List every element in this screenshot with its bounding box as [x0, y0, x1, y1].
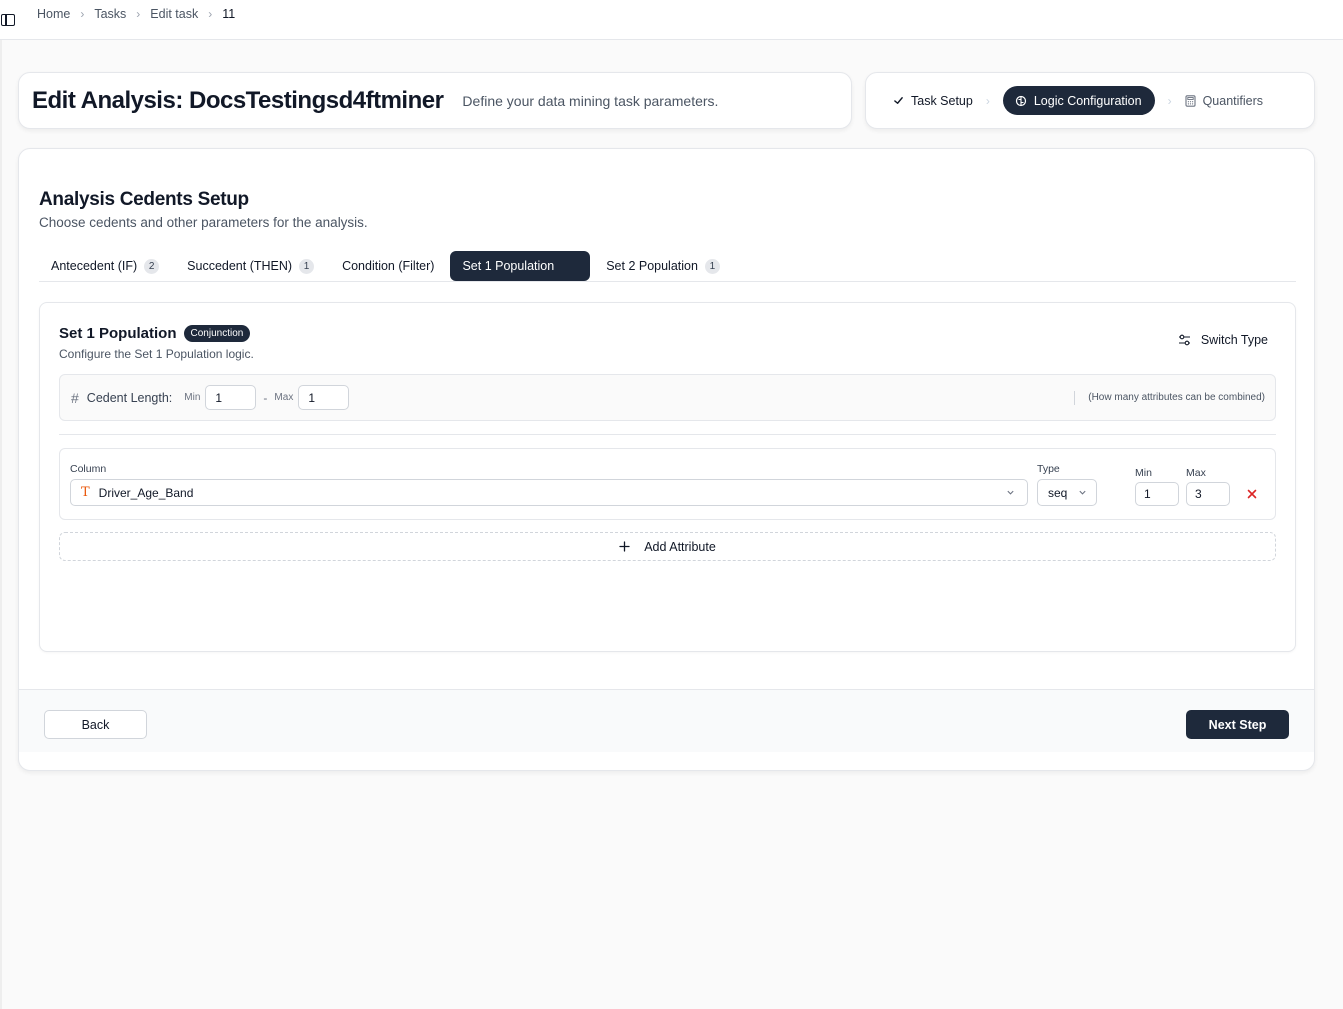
chevron-right-icon: › [1167, 93, 1172, 108]
type-select[interactable]: seq [1037, 479, 1097, 506]
type-value: seq [1048, 485, 1068, 500]
page-subtitle: Define your data mining task parameters. [462, 92, 719, 109]
brain-icon [1015, 95, 1027, 107]
breadcrumb-tasks[interactable]: Tasks [94, 7, 126, 21]
cedent-max-input[interactable]: 1 [298, 385, 350, 410]
chevron-right-icon: › [985, 93, 990, 108]
min-label: Min [184, 392, 201, 403]
cedents-setup-card: Analysis Cedents Setup Choose cedents an… [18, 148, 1315, 771]
step-label: Task Setup [911, 93, 973, 108]
page-title: Edit Analysis: DocsTestingsd4ftminer [32, 86, 444, 114]
step-task-setup[interactable]: Task Setup [893, 86, 973, 115]
step-indicator: Task Setup › Logic Configuration › Quant… [865, 72, 1315, 129]
attribute-min-input[interactable]: 1 [1135, 482, 1179, 506]
back-button[interactable]: Back [44, 710, 147, 739]
breadcrumb: Home › Tasks › Edit task › 11 [37, 0, 235, 28]
cedent-length-box: # Cedent Length: Min 1 - Max 1 (How many… [59, 374, 1276, 421]
tab-label: Set 2 Population [606, 259, 698, 273]
tab-label: Antecedent (IF) [51, 259, 138, 273]
step-quantifiers[interactable]: Quantifiers [1185, 86, 1263, 115]
attribute-row: Column T Driver_Age_Band Type seq Min Ma… [59, 448, 1276, 520]
tab-set-2-population[interactable]: Set 2 Population 1 [594, 251, 732, 281]
section-title: Analysis Cedents Setup [39, 189, 249, 210]
card-footer: Back Next Step [19, 689, 1314, 752]
hash-icon: # [71, 389, 79, 406]
breadcrumb-home[interactable]: Home [37, 7, 70, 21]
panel-description: Configure the Set 1 Population logic. [59, 347, 254, 361]
panel-title: Set 1 Population Conjunction [59, 325, 251, 342]
chevron-right-icon: › [80, 6, 85, 21]
sidebar-toggle-icon[interactable] [1, 13, 15, 26]
divider [59, 434, 1276, 435]
tab-succedent[interactable]: Succedent (THEN) 1 [175, 251, 326, 281]
next-step-button[interactable]: Next Step [1186, 710, 1289, 739]
calculator-icon [1185, 94, 1196, 107]
type-label: Type [1037, 463, 1060, 475]
tab-label: Condition (Filter) [342, 259, 435, 273]
breadcrumb-edit-task[interactable]: Edit task [150, 7, 198, 21]
column-select[interactable]: T Driver_Age_Band [70, 479, 1028, 506]
page-header: Edit Analysis: DocsTestingsd4ftminer Def… [18, 72, 852, 129]
panel-title-text: Set 1 Population [59, 325, 177, 342]
cedent-min-input[interactable]: 1 [205, 385, 257, 410]
top-bar: Home › Tasks › Edit task › 11 [0, 0, 1343, 40]
step-logic-configuration[interactable]: Logic Configuration [1002, 86, 1155, 115]
chevron-down-icon [1006, 488, 1015, 497]
tab-count-badge: 1 [704, 258, 720, 274]
range-dash: - [263, 390, 268, 405]
add-attribute-button[interactable]: Add Attribute [59, 532, 1276, 561]
chevron-right-icon: › [136, 6, 141, 21]
max-label: Max [274, 392, 294, 403]
column-value: Driver_Age_Band [98, 485, 194, 500]
settings-sliders-icon [1178, 334, 1191, 346]
cedent-length-help: (How many attributes can be combined) [1074, 391, 1265, 405]
plus-icon [619, 541, 630, 552]
tab-set-1-population[interactable]: Set 1 Population [450, 251, 591, 281]
tab-count-badge: 2 [144, 258, 160, 274]
attribute-min-label: Min [1135, 467, 1152, 479]
column-label: Column [70, 463, 107, 475]
chevron-down-icon [1078, 488, 1087, 497]
breadcrumb-current: 11 [222, 6, 236, 21]
step-label: Logic Configuration [1033, 93, 1142, 108]
switch-type-button[interactable]: Switch Type [1178, 333, 1268, 347]
tab-label: Set 1 Population [462, 259, 555, 273]
logic-type-badge: Conjunction [183, 325, 251, 342]
sidebar-edge [0, 40, 2, 1009]
text-type-icon: T [81, 485, 90, 500]
tab-label: Succedent (THEN) [187, 259, 293, 273]
tab-condition[interactable]: Condition (Filter) [330, 251, 446, 281]
cedent-panel: Set 1 Population Conjunction Configure t… [39, 302, 1296, 652]
add-attribute-label: Add Attribute [644, 539, 716, 554]
cedent-length-label: Cedent Length: [86, 390, 173, 405]
tab-count-badge: 1 [299, 258, 315, 274]
tab-antecedent[interactable]: Antecedent (IF) 2 [39, 251, 171, 281]
section-description: Choose cedents and other parameters for … [39, 215, 368, 230]
attribute-max-label: Max [1186, 467, 1206, 479]
check-icon [893, 95, 904, 106]
switch-type-label: Switch Type [1200, 333, 1268, 347]
attribute-max-input[interactable]: 3 [1186, 482, 1230, 506]
step-label: Quantifiers [1202, 93, 1264, 108]
remove-attribute-icon[interactable] [1246, 488, 1258, 500]
cedent-tabs: Antecedent (IF) 2 Succedent (THEN) 1 Con… [39, 251, 1296, 282]
chevron-right-icon: › [208, 6, 213, 21]
